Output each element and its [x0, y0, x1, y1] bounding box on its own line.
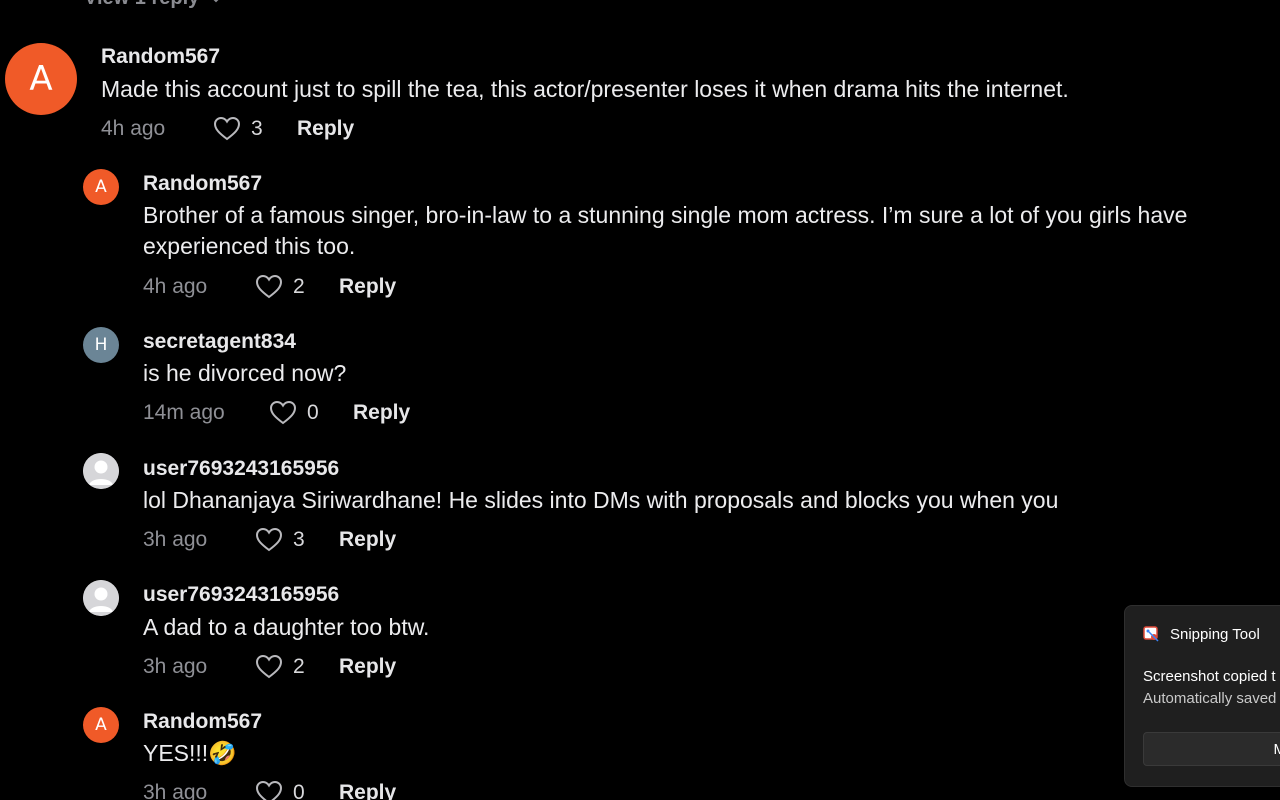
avatar[interactable]: A [5, 43, 77, 115]
comment-text: A dad to a daughter too btw. [143, 614, 430, 640]
comment-meta: 4h ago 3 Reply [101, 116, 354, 142]
comment-text: YES!!!🤣 [143, 740, 237, 766]
like-count: 0 [293, 781, 305, 800]
comment-meta: 14m ago 0 Reply [143, 400, 410, 426]
heart-outline-icon [213, 116, 241, 142]
comment-time: 4h ago [101, 117, 166, 140]
like-button[interactable]: 2 [255, 654, 339, 680]
comment-text: is he divorced now? [143, 360, 347, 386]
like-count: 0 [307, 401, 319, 424]
avatar-letter: A [95, 177, 107, 197]
like-count: 2 [293, 655, 305, 678]
comment-username[interactable]: user7693243165956 [143, 583, 339, 607]
view-replies-toggle[interactable]: View 1 reply [84, 0, 223, 10]
avatar[interactable] [83, 453, 119, 489]
reply-button[interactable]: Reply [339, 528, 396, 552]
view-replies-label: View 1 reply [84, 0, 199, 10]
heart-outline-icon [255, 654, 283, 680]
heart-outline-icon [255, 780, 283, 800]
reply-button[interactable]: Reply [353, 401, 410, 425]
avatar-letter: A [95, 715, 107, 735]
comment-username[interactable]: Random567 [143, 710, 262, 734]
comment-text: Made this account just to spill the tea,… [101, 76, 1069, 102]
reply-button[interactable]: Reply [339, 655, 396, 679]
comment-time: 4h ago [143, 275, 208, 298]
notification-action-button[interactable]: M [1143, 732, 1280, 766]
reply-button[interactable]: Reply [339, 781, 396, 800]
avatar[interactable]: A [83, 707, 119, 743]
comment-username[interactable]: user7693243165956 [143, 457, 339, 481]
like-button[interactable]: 0 [269, 400, 353, 426]
notification-header: Snipping Tool [1143, 625, 1260, 643]
like-button[interactable]: 0 [255, 780, 339, 800]
chevron-down-icon [214, 0, 219, 2]
comment-username[interactable]: secretagent834 [143, 330, 296, 354]
comment-time: 3h ago [143, 528, 208, 551]
default-user-icon [83, 580, 119, 616]
comment-time: 3h ago [143, 655, 208, 678]
comment-time: 14m ago [143, 401, 225, 424]
like-button[interactable]: 3 [255, 527, 339, 553]
comment-username[interactable]: Random567 [143, 172, 262, 196]
heart-outline-icon [255, 274, 283, 300]
notification-app-name: Snipping Tool [1170, 625, 1260, 643]
avatar[interactable]: H [83, 327, 119, 363]
like-count: 2 [293, 275, 305, 298]
notification-title: Screenshot copied t [1143, 668, 1276, 685]
heart-outline-icon [269, 400, 297, 426]
comment-text-continued: experienced this too. [143, 233, 356, 259]
like-button[interactable]: 3 [213, 116, 297, 142]
comment-meta: 3h ago 0 Reply [143, 780, 396, 800]
snipping-tool-notification[interactable]: Snipping Tool Screenshot copied t Automa… [1124, 605, 1280, 787]
reply-button[interactable]: Reply [297, 117, 354, 141]
comment-meta: 4h ago 2 Reply [143, 274, 396, 300]
comment-text: lol Dhananjaya Siriwardhane! He slides i… [143, 487, 1059, 513]
comment-username[interactable]: Random567 [101, 45, 220, 69]
like-button[interactable]: 2 [255, 274, 339, 300]
comment-text: Brother of a famous singer, bro-in-law t… [143, 202, 1188, 228]
avatar-letter: A [29, 59, 53, 99]
avatar[interactable]: A [83, 169, 119, 205]
notification-body: Automatically saved [1143, 690, 1277, 707]
default-user-icon [83, 453, 119, 489]
comment-time: 3h ago [143, 781, 208, 800]
comments-page: View 1 reply A Random567 Made this accou… [0, 0, 1280, 800]
snipping-tool-icon [1143, 626, 1159, 642]
like-count: 3 [293, 528, 305, 551]
avatar[interactable] [83, 580, 119, 616]
comment-meta: 3h ago 3 Reply [143, 527, 396, 553]
like-count: 3 [251, 117, 263, 140]
heart-outline-icon [255, 527, 283, 553]
avatar-letter: H [94, 335, 108, 355]
reply-button[interactable]: Reply [339, 275, 396, 299]
comment-meta: 3h ago 2 Reply [143, 654, 396, 680]
